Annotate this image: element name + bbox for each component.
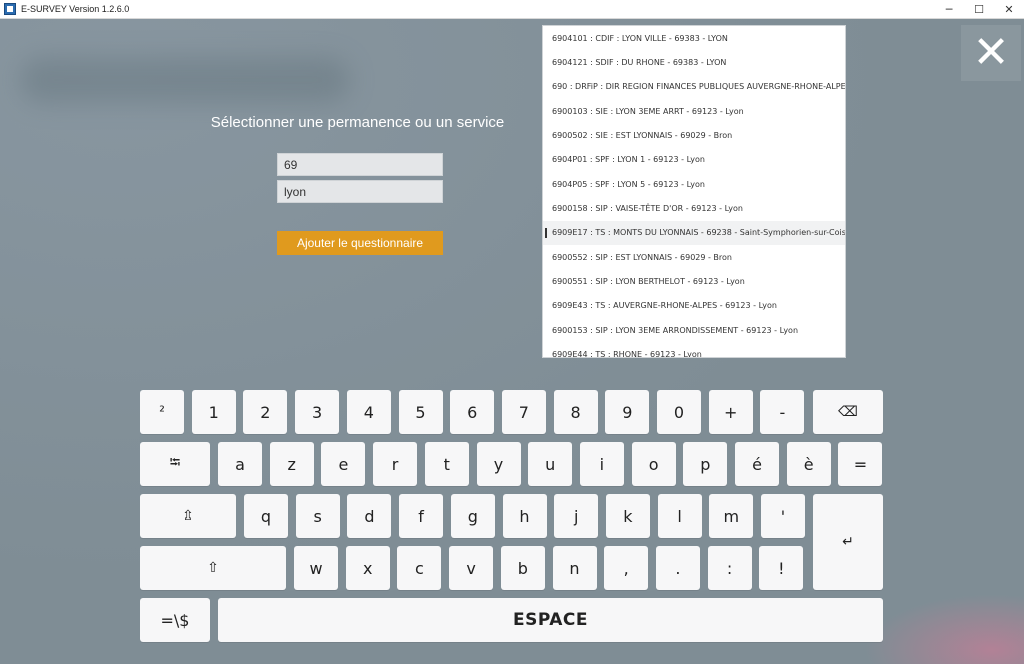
key[interactable]: .	[655, 546, 700, 590]
space-key[interactable]: ESPACE	[218, 598, 883, 642]
key[interactable]: w	[294, 546, 338, 590]
key[interactable]: l	[657, 494, 702, 538]
key[interactable]: r	[373, 442, 418, 486]
key[interactable]: '	[761, 494, 805, 538]
list-item[interactable]: 6904101 : CDIF : LYON VILLE - 69383 - LY…	[543, 26, 845, 50]
key[interactable]: 0	[657, 390, 701, 434]
window-title: E-SURVEY Version 1.2.6.0	[21, 4, 130, 14]
key[interactable]: b	[500, 546, 545, 590]
list-item[interactable]: 6909E44 : TS : RHONE - 69123 - Lyon	[543, 342, 845, 357]
key[interactable]: s	[295, 494, 340, 538]
page-title: Sélectionner une permanence ou un servic…	[210, 114, 505, 131]
list-item[interactable]: 6909E43 : TS : AUVERGNE-RHONE-ALPES - 69…	[543, 294, 845, 318]
maximize-icon[interactable]: ☐	[964, 0, 994, 19]
key[interactable]: m	[709, 494, 754, 538]
key[interactable]: =	[838, 442, 883, 486]
add-questionnaire-button[interactable]: Ajouter le questionnaire	[277, 231, 443, 255]
city-input[interactable]: lyon	[277, 180, 443, 203]
close-icon: ✕	[972, 27, 1010, 78]
key[interactable]: d	[347, 494, 392, 538]
key[interactable]: z	[269, 442, 314, 486]
list-item[interactable]: 690 : DRFiP : DIR REGION FINANCES PUBLIQ…	[543, 75, 845, 99]
key[interactable]: è	[786, 442, 831, 486]
key[interactable]: f	[399, 494, 444, 538]
backspace-key[interactable]: ⌫	[813, 390, 883, 434]
key[interactable]: k	[605, 494, 650, 538]
key[interactable]: 5	[398, 390, 443, 434]
key[interactable]: i	[579, 442, 624, 486]
key[interactable]: t	[424, 442, 469, 486]
blurred-corner	[864, 594, 1024, 664]
blurred-background	[20, 57, 350, 103]
key[interactable]: y	[476, 442, 521, 486]
key[interactable]: :	[707, 546, 752, 590]
key[interactable]: -	[760, 390, 805, 434]
list-item[interactable]: 6909E17 : TS : MONTS DU LYONNAIS - 69238…	[543, 220, 845, 246]
key[interactable]: ,	[604, 546, 649, 590]
key[interactable]: 8	[553, 390, 598, 434]
list-item[interactable]: 6900153 : SIP : LYON 3EME ARRONDISSEMENT…	[543, 318, 845, 342]
shift-key[interactable]: ⇧	[140, 546, 286, 590]
key[interactable]: 4	[346, 390, 391, 434]
list-item[interactable]: 6904121 : SDIF : DU RHONE - 69383 - LYON	[543, 50, 845, 74]
key[interactable]: ²	[140, 390, 184, 434]
key[interactable]: +	[708, 390, 753, 434]
list-item[interactable]: 6904P01 : SPF : LYON 1 - 69123 - Lyon	[543, 148, 845, 172]
title-bar: E-SURVEY Version 1.2.6.0 ─ ☐ ✕	[0, 0, 1024, 19]
key[interactable]: n	[552, 546, 597, 590]
close-button[interactable]: ✕	[961, 25, 1021, 81]
enter-key[interactable]: ↵	[813, 494, 883, 590]
key[interactable]: v	[449, 546, 494, 590]
key[interactable]: 6	[450, 390, 495, 434]
list-item[interactable]: 6900158 : SIP : VAISE-TÊTE D'OR - 69123 …	[543, 196, 845, 220]
key[interactable]: 9	[605, 390, 650, 434]
key[interactable]: !	[759, 546, 804, 590]
key[interactable]: o	[631, 442, 676, 486]
close-window-icon[interactable]: ✕	[994, 0, 1024, 19]
list-item[interactable]: 6904P05 : SPF : LYON 5 - 69123 - Lyon	[543, 172, 845, 196]
key[interactable]: q	[244, 494, 288, 538]
key[interactable]: g	[450, 494, 495, 538]
key[interactable]: 2	[243, 390, 288, 434]
tab-key[interactable]: ⭾	[140, 442, 210, 486]
window-controls: ─ ☐ ✕	[934, 0, 1024, 19]
service-dropdown-list[interactable]: 6904101 : CDIF : LYON VILLE - 69383 - LY…	[542, 25, 846, 358]
key[interactable]: c	[397, 546, 442, 590]
key[interactable]: 1	[191, 390, 236, 434]
key[interactable]: é	[735, 442, 779, 486]
key[interactable]: 7	[501, 390, 546, 434]
list-item[interactable]: 6900552 : SIP : EST LYONNAIS - 69029 - B…	[543, 245, 845, 269]
key[interactable]: a	[218, 442, 262, 486]
key[interactable]: 3	[295, 390, 340, 434]
list-item[interactable]: 6900551 : SIP : LYON BERTHELOT - 69123 -…	[543, 269, 845, 293]
department-input[interactable]: 69	[277, 153, 443, 176]
caps-lock-key[interactable]: ⇫	[140, 494, 236, 538]
key[interactable]: x	[345, 546, 390, 590]
symbols-key[interactable]: =\$	[140, 598, 210, 642]
key[interactable]: j	[554, 494, 599, 538]
key[interactable]: h	[502, 494, 547, 538]
minimize-icon[interactable]: ─	[934, 0, 964, 19]
list-item[interactable]: 6900103 : SIE : LYON 3EME ARRT - 69123 -…	[543, 99, 845, 123]
list-item[interactable]: 6900502 : SIE : EST LYONNAIS - 69029 - B…	[543, 123, 845, 147]
key[interactable]: p	[683, 442, 728, 486]
app-icon	[4, 3, 16, 15]
key[interactable]: e	[321, 442, 366, 486]
key[interactable]: u	[528, 442, 573, 486]
